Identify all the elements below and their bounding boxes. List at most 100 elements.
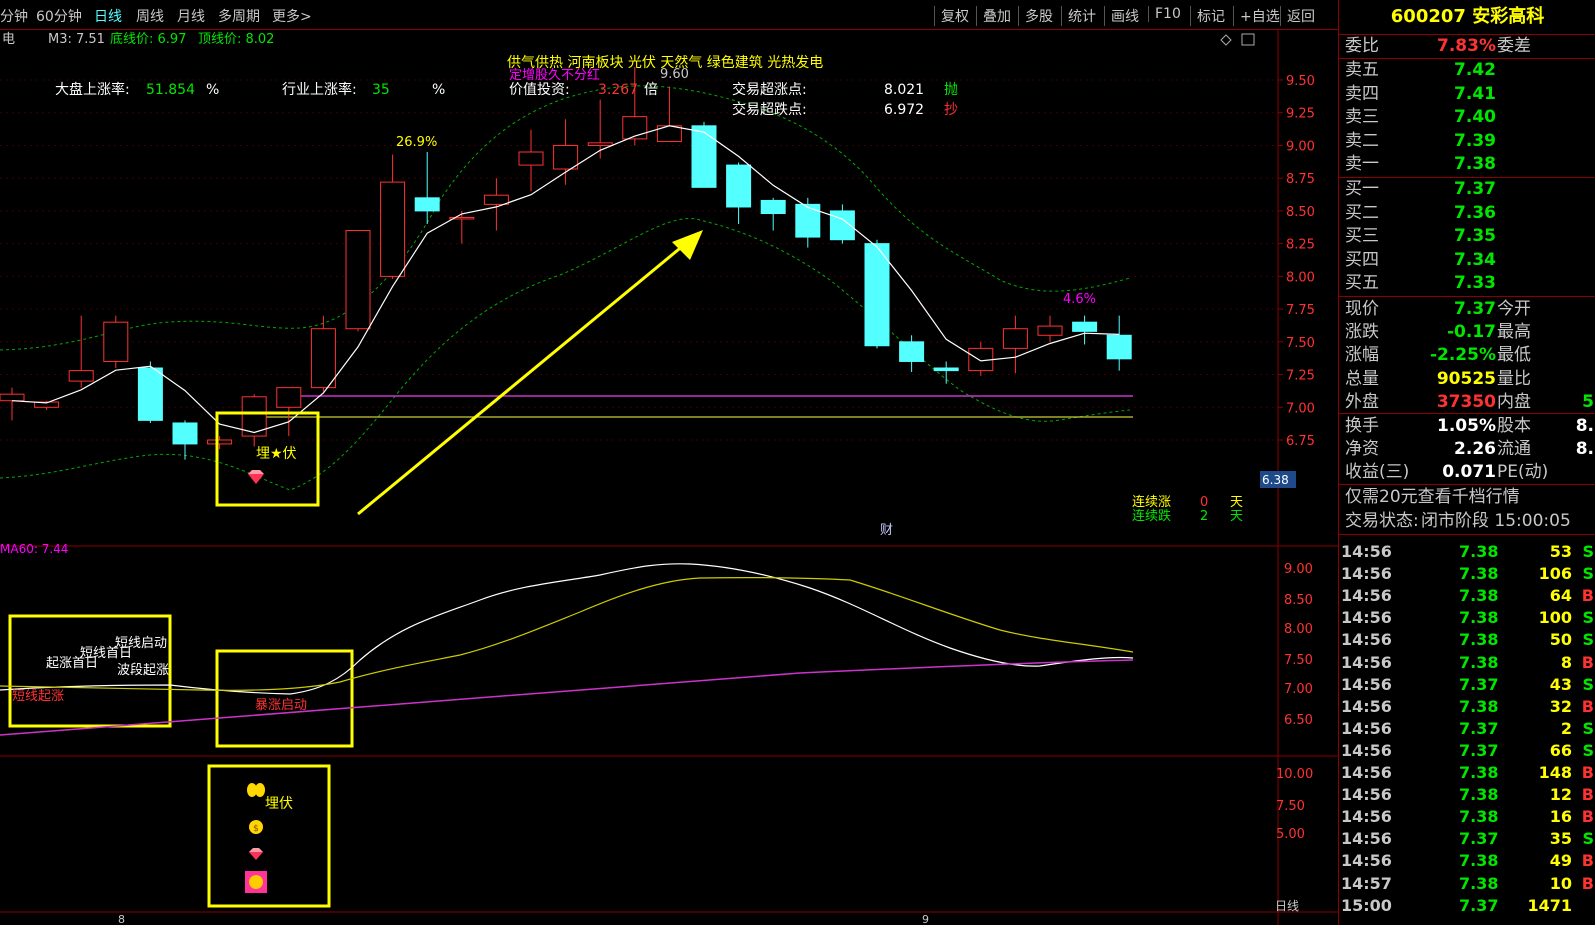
bid-row[interactable]: 买二 7.36 xyxy=(1339,202,1595,225)
tick-volume: 43 xyxy=(1549,674,1572,694)
candle-body xyxy=(414,197,440,212)
tool-watchlist-button[interactable]: +自选 xyxy=(1233,6,1280,26)
kline-chart[interactable]: 9.50 9.25 9.00 8.75 8.50 8.25 8.00 7.75 7.50 7.25… xyxy=(0,30,1338,925)
candle[interactable] xyxy=(449,210,475,244)
candle[interactable] xyxy=(829,204,855,244)
period-60min[interactable]: 60分钟 xyxy=(36,6,82,26)
period-multi[interactable]: 多周期 xyxy=(218,6,260,26)
candle[interactable] xyxy=(380,154,406,279)
bury-label: 埋★伏 xyxy=(256,446,297,462)
candle[interactable] xyxy=(726,162,752,224)
bid-row[interactable]: 买五 7.33 xyxy=(1339,272,1595,295)
tool-multistock-button[interactable]: 多股 xyxy=(1018,6,1053,26)
candle[interactable] xyxy=(899,335,925,372)
candle[interactable] xyxy=(0,387,25,421)
tick-time: 14:56 xyxy=(1341,586,1392,606)
pct-high-label: 26.9% xyxy=(396,135,437,150)
candle[interactable] xyxy=(760,197,786,231)
tool-stats-button[interactable]: 统计 xyxy=(1061,6,1096,26)
candle[interactable] xyxy=(1072,315,1098,345)
candle[interactable] xyxy=(968,341,994,376)
pct-low-label: 4.6% xyxy=(1063,292,1096,307)
candle[interactable] xyxy=(103,315,129,368)
gem-icon xyxy=(248,470,264,484)
candle[interactable] xyxy=(1002,315,1028,374)
tick-time: 14:56 xyxy=(1341,696,1392,716)
tick-price: 7.38 xyxy=(1459,785,1499,805)
tool-overlay-button[interactable]: 叠加 xyxy=(976,6,1011,26)
candle[interactable] xyxy=(656,86,682,143)
stat2-label-2: 流通 xyxy=(1497,439,1531,460)
stat-label-2: 最低 xyxy=(1497,345,1531,366)
candle[interactable] xyxy=(207,436,233,450)
period-minute[interactable]: 分钟 xyxy=(0,6,28,26)
promo-banner[interactable]: 仅需20元查看千档行情 xyxy=(1339,486,1595,509)
bid-row[interactable]: 买一 7.37 xyxy=(1339,178,1595,201)
period-more[interactable]: 更多> xyxy=(272,6,312,26)
period-monthly[interactable]: 月线 xyxy=(177,6,205,26)
stat-row: 外盘 37350 内盘 5 xyxy=(1339,391,1595,414)
stat-label: 涨幅 xyxy=(1345,345,1379,366)
candle[interactable] xyxy=(137,361,163,423)
trade-status-row: 交易状态: 闭市阶段 15:00:05 xyxy=(1339,510,1595,533)
ask-row[interactable]: 卖一 7.38 xyxy=(1339,153,1595,176)
candle[interactable] xyxy=(518,129,544,192)
tick-row: 14:56 7.37 35 S xyxy=(1339,828,1595,850)
period-weekly[interactable]: 周线 xyxy=(136,6,164,26)
candle[interactable] xyxy=(172,420,198,460)
tick-row: 14:56 7.37 2 S xyxy=(1339,718,1595,740)
price-axis-label: 7.50 xyxy=(1286,336,1315,351)
tool-f10-button[interactable]: F10 xyxy=(1148,6,1181,22)
candle[interactable] xyxy=(864,239,890,349)
tick-price: 7.38 xyxy=(1459,696,1499,716)
candle-body xyxy=(172,422,198,445)
tick-price: 7.38 xyxy=(1459,630,1499,650)
candle[interactable] xyxy=(310,315,336,392)
bid-price: 7.34 xyxy=(1454,249,1496,270)
candle[interactable] xyxy=(1037,315,1063,342)
tick-volume: 2 xyxy=(1560,718,1572,738)
streak-down-label: 连续跌 xyxy=(1132,508,1171,524)
ask-row[interactable]: 卖四 7.41 xyxy=(1339,83,1595,106)
tick-direction: B xyxy=(1581,807,1594,827)
tick-price: 7.37 xyxy=(1459,674,1499,694)
tick-volume: 64 xyxy=(1549,586,1572,606)
tick-price: 7.38 xyxy=(1459,873,1499,893)
diamond-outline-icon[interactable] xyxy=(1220,34,1232,46)
period-daily[interactable]: 日线 xyxy=(94,6,122,26)
tick-price: 7.38 xyxy=(1459,807,1499,827)
stat-label: 现价 xyxy=(1345,299,1379,319)
stock-title[interactable]: 600207 安彩高科 xyxy=(1339,0,1595,34)
candle[interactable] xyxy=(345,230,371,332)
bid-price: 7.37 xyxy=(1454,179,1496,199)
window-toggle-icon[interactable] xyxy=(1241,33,1255,46)
price-axis-label: 9.00 xyxy=(1286,139,1315,154)
tick-direction: B xyxy=(1581,873,1594,893)
tool-mark-button[interactable]: 标记 xyxy=(1190,6,1225,26)
bid-row[interactable]: 买四 7.34 xyxy=(1339,249,1595,272)
industry-up-value: 35 xyxy=(372,82,390,98)
chart-area[interactable]: 9.50 9.25 9.00 8.75 8.50 8.25 8.00 7.75 7.50 7.25… xyxy=(0,30,1338,925)
webi-value: 7.83% xyxy=(1437,36,1496,56)
ask-row[interactable]: 卖二 7.39 xyxy=(1339,130,1595,153)
tick-time: 14:56 xyxy=(1341,785,1392,805)
ask-row[interactable]: 卖三 7.40 xyxy=(1339,106,1595,129)
bid-row[interactable]: 买三 7.35 xyxy=(1339,225,1595,248)
candle[interactable] xyxy=(553,119,579,185)
candle[interactable] xyxy=(241,394,267,447)
third-bury-label: 埋伏 xyxy=(265,796,293,812)
value-invest-unit: 倍 xyxy=(644,82,658,98)
price-axis-label: 9.25 xyxy=(1286,107,1315,122)
tick-time: 14:56 xyxy=(1341,851,1392,871)
tick-price: 7.37 xyxy=(1459,829,1499,849)
price-axis-label: 7.25 xyxy=(1286,369,1315,384)
tool-draw-button[interactable]: 画线 xyxy=(1104,6,1139,26)
candle[interactable] xyxy=(68,315,94,388)
tool-adjust-button[interactable]: 复权 xyxy=(934,6,969,26)
candle[interactable] xyxy=(1106,315,1132,371)
third-highlight-box xyxy=(207,764,331,908)
tool-back-button[interactable]: 返回 xyxy=(1280,6,1315,26)
candle[interactable] xyxy=(414,152,440,224)
candle[interactable] xyxy=(795,197,821,248)
ask-row[interactable]: 卖五 7.42 xyxy=(1339,59,1595,82)
